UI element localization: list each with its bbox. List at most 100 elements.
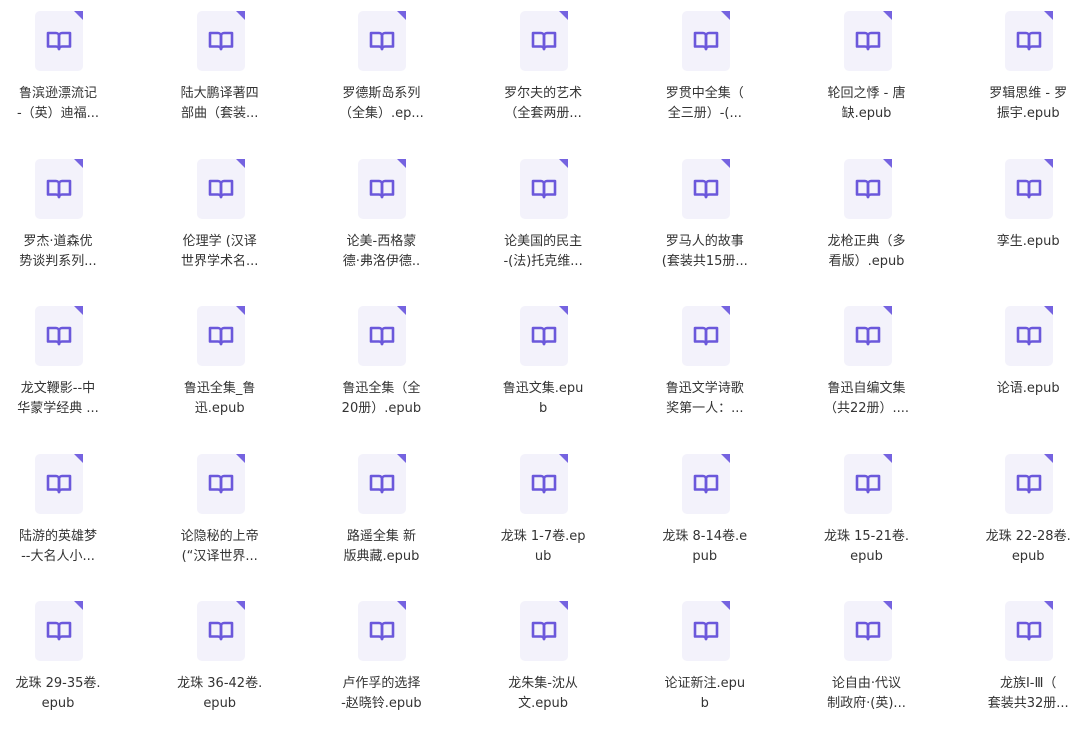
file-item[interactable]: 鲁迅自编文集 （共22册）.... xyxy=(797,297,937,437)
file-item[interactable]: 鲁迅全集_鲁 迅.epub xyxy=(150,297,290,437)
file-item[interactable]: 龙珠 8-14卷.e pub xyxy=(635,445,775,585)
file-name-line: 卢作孚的选择 xyxy=(342,676,421,691)
file-grid: 鲁滨逊漂流记 -（英）迪福... 陆大鹏译著四 部曲（套装... 罗德斯岛系列 （全集）.… xyxy=(0,0,1080,724)
file-name-line: 论隐秘的上帝 xyxy=(180,528,259,544)
ebook-file-icon xyxy=(196,158,246,220)
file-name-label: 鲁迅文学诗歌 奖第一人：... xyxy=(635,379,775,419)
file-name-label: 鲁迅自编文集 （共22册）.... xyxy=(797,379,937,419)
file-item[interactable]: 罗德斯岛系列 （全集）.ep... xyxy=(311,2,451,142)
file-name-line: 罗辑思维 - 罗 xyxy=(989,86,1068,101)
file-name-line: 龙珠 22-28卷. xyxy=(985,528,1071,544)
file-name-line: 奖第一人：... xyxy=(666,401,744,416)
file-item[interactable]: 陆大鹏译著四 部曲（套装... xyxy=(150,2,290,142)
file-name-line: 罗杰·道森优 xyxy=(23,233,93,249)
file-name-line: -赵晓铃.epub xyxy=(341,696,422,711)
file-item[interactable]: 龙珠 29-35卷. epub xyxy=(0,592,128,732)
file-item[interactable]: 论美-西格蒙 德·弗洛伊德.. xyxy=(311,150,451,290)
file-item[interactable]: 龙珠 36-42卷. epub xyxy=(150,592,290,732)
ebook-file-icon xyxy=(1004,600,1054,662)
file-name-label: 龙珠 29-35卷. epub xyxy=(0,674,128,714)
file-name-line: 世界学术名... xyxy=(180,253,259,269)
file-name-line: 龙珠 1-7卷.ep xyxy=(500,528,586,544)
ebook-file-icon xyxy=(357,158,407,220)
file-name-label: 龙珠 8-14卷.e pub xyxy=(635,527,775,567)
file-item[interactable]: 龙文鞭影--中 华蒙学经典 ... xyxy=(0,297,128,437)
file-name-line: 套装共32册... xyxy=(987,696,1069,711)
ebook-file-icon xyxy=(681,600,731,662)
ebook-file-icon xyxy=(843,10,893,72)
ebook-file-icon xyxy=(519,158,569,220)
file-name-line: 看版）.epub xyxy=(828,253,905,269)
file-name-line: 论美国的民主 xyxy=(504,233,583,249)
file-item[interactable]: 鲁迅文学诗歌 奖第一人：... xyxy=(635,297,775,437)
file-name-line: 龙珠 29-35卷. xyxy=(15,676,101,691)
file-item[interactable]: 龙珠 22-28卷. epub xyxy=(958,445,1080,585)
file-item[interactable]: 罗贯中全集（ 全三册）-(... xyxy=(635,2,775,142)
file-name-line: 陆大鹏译著四 xyxy=(180,86,259,101)
file-item[interactable]: 龙珠 15-21卷. epub xyxy=(797,445,937,585)
file-item[interactable]: 陆游的英雄梦 --大名人小... xyxy=(0,445,128,585)
file-item[interactable]: 罗尔夫的艺术 （全套两册... xyxy=(473,2,613,142)
file-item[interactable]: 龙枪正典（多 看版）.epub xyxy=(797,150,937,290)
file-item[interactable]: 龙珠 1-7卷.ep ub xyxy=(473,445,613,585)
file-name-label: 鲁滨逊漂流记 -（英）迪福... xyxy=(0,84,128,124)
file-name-label: 孪生.epub xyxy=(958,232,1080,252)
file-name-label: 罗尔夫的艺术 （全套两册... xyxy=(473,84,613,124)
ebook-file-icon xyxy=(1004,158,1054,220)
file-item[interactable]: 孪生.epub xyxy=(958,150,1080,290)
file-name-line: 路遥全集 新 xyxy=(346,528,416,544)
file-item[interactable]: 龙朱集-沈从 文.epub xyxy=(473,592,613,732)
file-name-label: 论美-西格蒙 德·弗洛伊德.. xyxy=(311,232,451,272)
ebook-file-icon xyxy=(681,453,731,515)
file-name-line: 龙珠 36-42卷. xyxy=(177,676,263,691)
file-name-line: （共22册）.... xyxy=(823,401,910,416)
file-item[interactable]: 论自由·代议 制政府·(英)... xyxy=(797,592,937,732)
ebook-file-icon xyxy=(34,158,84,220)
file-name-label: 陆大鹏译著四 部曲（套装... xyxy=(150,84,290,124)
file-item[interactable]: 卢作孚的选择 -赵晓铃.epub xyxy=(311,592,451,732)
ebook-file-icon xyxy=(1004,305,1054,367)
file-item[interactable]: 伦理学 (汉译 世界学术名... xyxy=(150,150,290,290)
ebook-file-icon xyxy=(843,453,893,515)
file-name-line: 制政府·(英)... xyxy=(827,696,906,711)
file-name-line: 论美-西格蒙 xyxy=(346,233,417,249)
file-item[interactable]: 罗马人的故事 (套装共15册... xyxy=(635,150,775,290)
file-name-line: ub xyxy=(534,548,552,564)
ebook-file-icon xyxy=(519,453,569,515)
file-item[interactable]: 罗杰·道森优 势谈判系列... xyxy=(0,150,128,290)
file-name-line: 鲁迅全集（全 xyxy=(342,381,421,396)
ebook-file-icon xyxy=(196,10,246,72)
file-name-line: 鲁迅自编文集 xyxy=(827,381,906,396)
ebook-file-icon xyxy=(519,600,569,662)
file-name-label: 路遥全集 新版典藏.epub xyxy=(311,527,451,567)
file-name-label: 龙珠 15-21卷. epub xyxy=(797,527,937,567)
ebook-file-icon xyxy=(843,305,893,367)
file-item[interactable]: 路遥全集 新版典藏.epub xyxy=(311,445,451,585)
file-item[interactable]: 龙族Ⅰ-Ⅲ（ 套装共32册... xyxy=(958,592,1080,732)
file-item[interactable]: 鲁迅文集.epu b xyxy=(473,297,613,437)
file-name-line: 龙珠 15-21卷. xyxy=(823,528,910,544)
file-name-label: 论语.epub xyxy=(958,379,1080,399)
file-name-line: 鲁迅文学诗歌 xyxy=(665,381,744,396)
file-item[interactable]: 论证新注.epu b xyxy=(635,592,775,732)
ebook-file-icon xyxy=(681,305,731,367)
file-item[interactable]: 轮回之悸 - 唐缺.epub xyxy=(797,2,937,142)
file-name-line: 鲁滨逊漂流记 xyxy=(18,86,97,101)
file-name-line: pub xyxy=(692,548,718,564)
file-name-line: 振宇.epub xyxy=(996,106,1060,121)
file-name-line: 龙珠 8-14卷.e xyxy=(662,528,748,544)
file-item[interactable]: 论语.epub xyxy=(958,297,1080,437)
file-name-line: 部曲（套装... xyxy=(180,106,259,121)
file-name-line: 迅.epub xyxy=(194,401,245,416)
file-name-label: 卢作孚的选择 -赵晓铃.epub xyxy=(311,674,451,714)
file-name-label: 罗辑思维 - 罗振宇.epub xyxy=(958,84,1080,124)
file-item[interactable]: 罗辑思维 - 罗振宇.epub xyxy=(958,2,1080,142)
file-item[interactable]: 论美国的民主 -(法)托克维... xyxy=(473,150,613,290)
file-item[interactable]: 论隐秘的上帝 (“汉译世界... xyxy=(150,445,290,585)
file-name-line: 文.epub xyxy=(518,696,569,711)
file-item[interactable]: 鲁滨逊漂流记 -（英）迪福... xyxy=(0,2,128,142)
ebook-file-icon xyxy=(34,453,84,515)
file-name-label: 论隐秘的上帝 (“汉译世界... xyxy=(150,527,290,567)
file-item[interactable]: 鲁迅全集（全 20册）.epub xyxy=(311,297,451,437)
file-name-label: 龙朱集-沈从 文.epub xyxy=(473,674,613,714)
